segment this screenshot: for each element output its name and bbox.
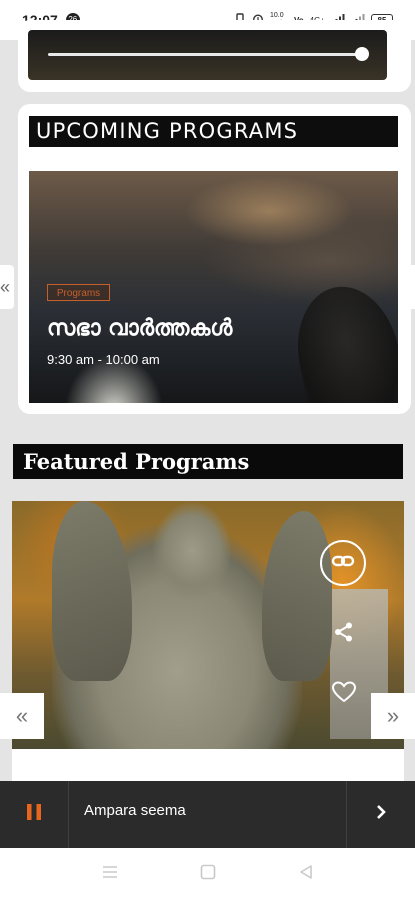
featured-next-button[interactable]: » [371, 693, 415, 739]
open-player-button[interactable] [347, 781, 415, 848]
seek-bar[interactable] [48, 53, 363, 56]
system-nav-bar [0, 848, 415, 900]
now-playing-title[interactable]: Ampara seema [84, 802, 186, 819]
recent-apps-button[interactable] [96, 860, 124, 888]
link-button[interactable] [320, 540, 366, 586]
chevron-double-left-icon: « [0, 277, 11, 297]
share-icon [333, 621, 355, 648]
menu-icon [102, 865, 118, 884]
featured-prev-button[interactable]: « [0, 693, 44, 739]
upcoming-next-button[interactable] [401, 265, 415, 309]
category-badge[interactable]: Programs [47, 284, 110, 301]
heart-icon [331, 680, 357, 708]
back-button[interactable] [292, 860, 320, 888]
share-button[interactable] [330, 620, 358, 648]
angel-statue-image [52, 501, 332, 749]
pause-button[interactable] [0, 781, 68, 848]
featured-section-title: Featured Programs [13, 444, 403, 479]
square-icon [200, 864, 216, 885]
home-button[interactable] [194, 860, 222, 888]
chevron-double-left-icon: « [15, 703, 29, 728]
upcoming-section-title: UPCOMING PROGRAMS [29, 116, 398, 147]
back-triangle-icon [298, 864, 314, 885]
praying-hands-image [285, 277, 398, 403]
pause-icon [26, 803, 42, 826]
program-title[interactable]: സഭാ വാർത്തകൾ [47, 316, 232, 341]
chevron-right-icon [375, 804, 387, 825]
link-icon [331, 554, 355, 573]
wing-left [52, 501, 132, 681]
program-time: 9:30 am - 10:00 am [47, 352, 160, 367]
wing-right [262, 511, 332, 681]
upcoming-prev-button[interactable]: « [0, 265, 14, 309]
chevron-double-right-icon: » [386, 703, 400, 728]
favorite-button[interactable] [330, 680, 358, 708]
mini-player: Ampara seema [0, 781, 415, 848]
seek-thumb[interactable] [355, 47, 369, 61]
divider [68, 781, 69, 848]
